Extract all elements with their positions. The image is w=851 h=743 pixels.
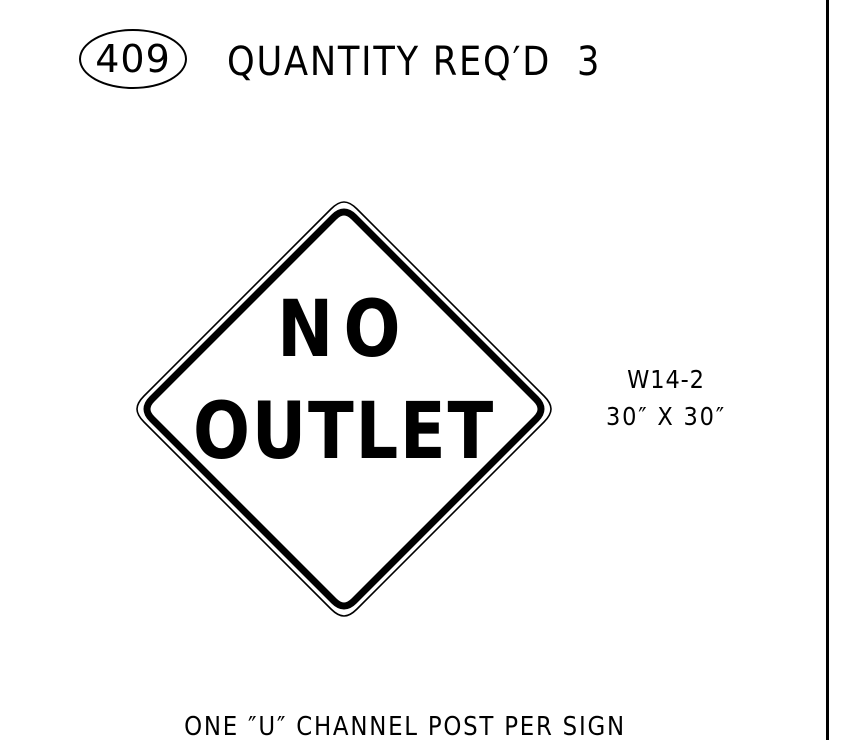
item-number: 409	[95, 37, 171, 81]
sign-code-label: W14-2	[627, 365, 705, 394]
sign-text-line-2: OUTLET	[193, 387, 495, 477]
sign-size-label: 30″ X 30″	[605, 402, 726, 431]
post-requirement-note: ONE ″U″ CHANNEL POST PER SIGN	[184, 712, 626, 742]
quantity-required-label: QUANTITY REQ′D 3	[227, 39, 602, 85]
frame-border-line	[826, 0, 829, 740]
sign-text-line-1: NO	[277, 285, 411, 375]
